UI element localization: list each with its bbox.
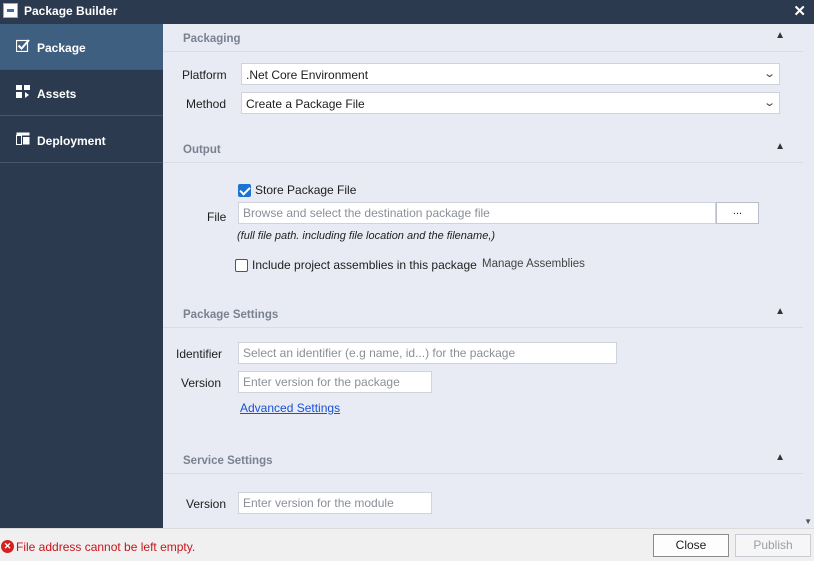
file-label: File bbox=[207, 210, 227, 224]
store-package-checkbox[interactable] bbox=[238, 184, 251, 197]
footer-bar: ✕ File address cannot be left empty. Clo… bbox=[0, 528, 814, 561]
sidebar-item-label: Assets bbox=[37, 87, 77, 101]
service-version-input[interactable] bbox=[238, 492, 432, 514]
sidebar-item-package[interactable]: Package bbox=[0, 24, 163, 70]
identifier-input[interactable] bbox=[238, 342, 617, 364]
title-bar: Package Builder ✕ bbox=[0, 0, 814, 24]
section-header-packaging: Packaging ▲ bbox=[163, 24, 803, 52]
sidebar: Package Assets Deployment bbox=[0, 24, 163, 528]
sidebar-item-deployment[interactable]: Deployment bbox=[0, 117, 163, 163]
sidebar-item-assets[interactable]: Assets bbox=[0, 70, 163, 116]
window-title: Package Builder bbox=[24, 4, 118, 18]
include-assemblies-label: Include project assemblies in this packa… bbox=[252, 258, 477, 272]
version-label: Version bbox=[181, 376, 222, 390]
sidebar-item-label: Deployment bbox=[37, 134, 106, 148]
error-message: File address cannot be left empty. bbox=[16, 540, 196, 554]
identifier-label: Identifier bbox=[176, 347, 223, 361]
section-title: Packaging bbox=[183, 33, 241, 45]
window-close-icon[interactable]: ✕ bbox=[793, 2, 806, 20]
method-label: Method bbox=[186, 97, 227, 111]
section-header-service-settings: Service Settings ▲ bbox=[163, 446, 803, 474]
section-header-package-settings: Package Settings ▲ bbox=[163, 300, 803, 328]
section-title: Package Settings bbox=[183, 309, 279, 321]
collapse-chevron-icon[interactable]: ▲ bbox=[775, 452, 785, 463]
collapse-chevron-icon[interactable]: ▲ bbox=[775, 30, 785, 41]
platform-value: .Net Core Environment bbox=[246, 68, 369, 82]
publish-button[interactable]: Publish bbox=[735, 534, 811, 557]
advanced-settings-link[interactable]: Advanced Settings bbox=[240, 401, 340, 415]
section-title: Service Settings bbox=[183, 455, 273, 467]
package-version-input[interactable] bbox=[238, 371, 432, 393]
chevron-down-icon: ⌄ bbox=[762, 68, 776, 80]
checkbox-icon bbox=[16, 39, 30, 52]
method-select[interactable]: Create a Package File ⌄ bbox=[241, 92, 780, 114]
platform-select[interactable]: .Net Core Environment ⌄ bbox=[241, 63, 780, 85]
collapse-chevron-icon[interactable]: ▲ bbox=[775, 141, 785, 152]
assets-icon bbox=[16, 85, 30, 98]
include-assemblies-checkbox[interactable] bbox=[235, 259, 248, 272]
manage-assemblies-link[interactable]: Manage Assemblies bbox=[482, 258, 585, 270]
method-value: Create a Package File bbox=[246, 97, 365, 111]
collapse-chevron-icon[interactable]: ▲ bbox=[775, 306, 785, 317]
close-button[interactable]: Close bbox=[653, 534, 729, 557]
package-builder-icon bbox=[3, 3, 18, 18]
chevron-down-icon: ⌄ bbox=[762, 97, 776, 109]
browse-button[interactable]: ... bbox=[716, 202, 759, 224]
main-content: Packaging ▲ Platform .Net Core Environme… bbox=[163, 24, 814, 528]
error-icon: ✕ bbox=[1, 540, 14, 553]
store-package-label: Store Package File bbox=[255, 183, 357, 197]
section-header-output: Output ▲ bbox=[163, 135, 803, 163]
vertical-scrollbar[interactable]: ▼ bbox=[803, 24, 814, 528]
file-path-hint: (full file path. including file location… bbox=[237, 230, 496, 242]
section-title: Output bbox=[183, 144, 221, 156]
sidebar-item-label: Package bbox=[37, 41, 86, 55]
platform-label: Platform bbox=[182, 68, 227, 82]
service-version-label: Version bbox=[186, 497, 227, 511]
scroll-down-icon[interactable]: ▼ bbox=[804, 517, 812, 526]
deployment-icon bbox=[16, 132, 30, 145]
file-path-input[interactable] bbox=[238, 202, 716, 224]
